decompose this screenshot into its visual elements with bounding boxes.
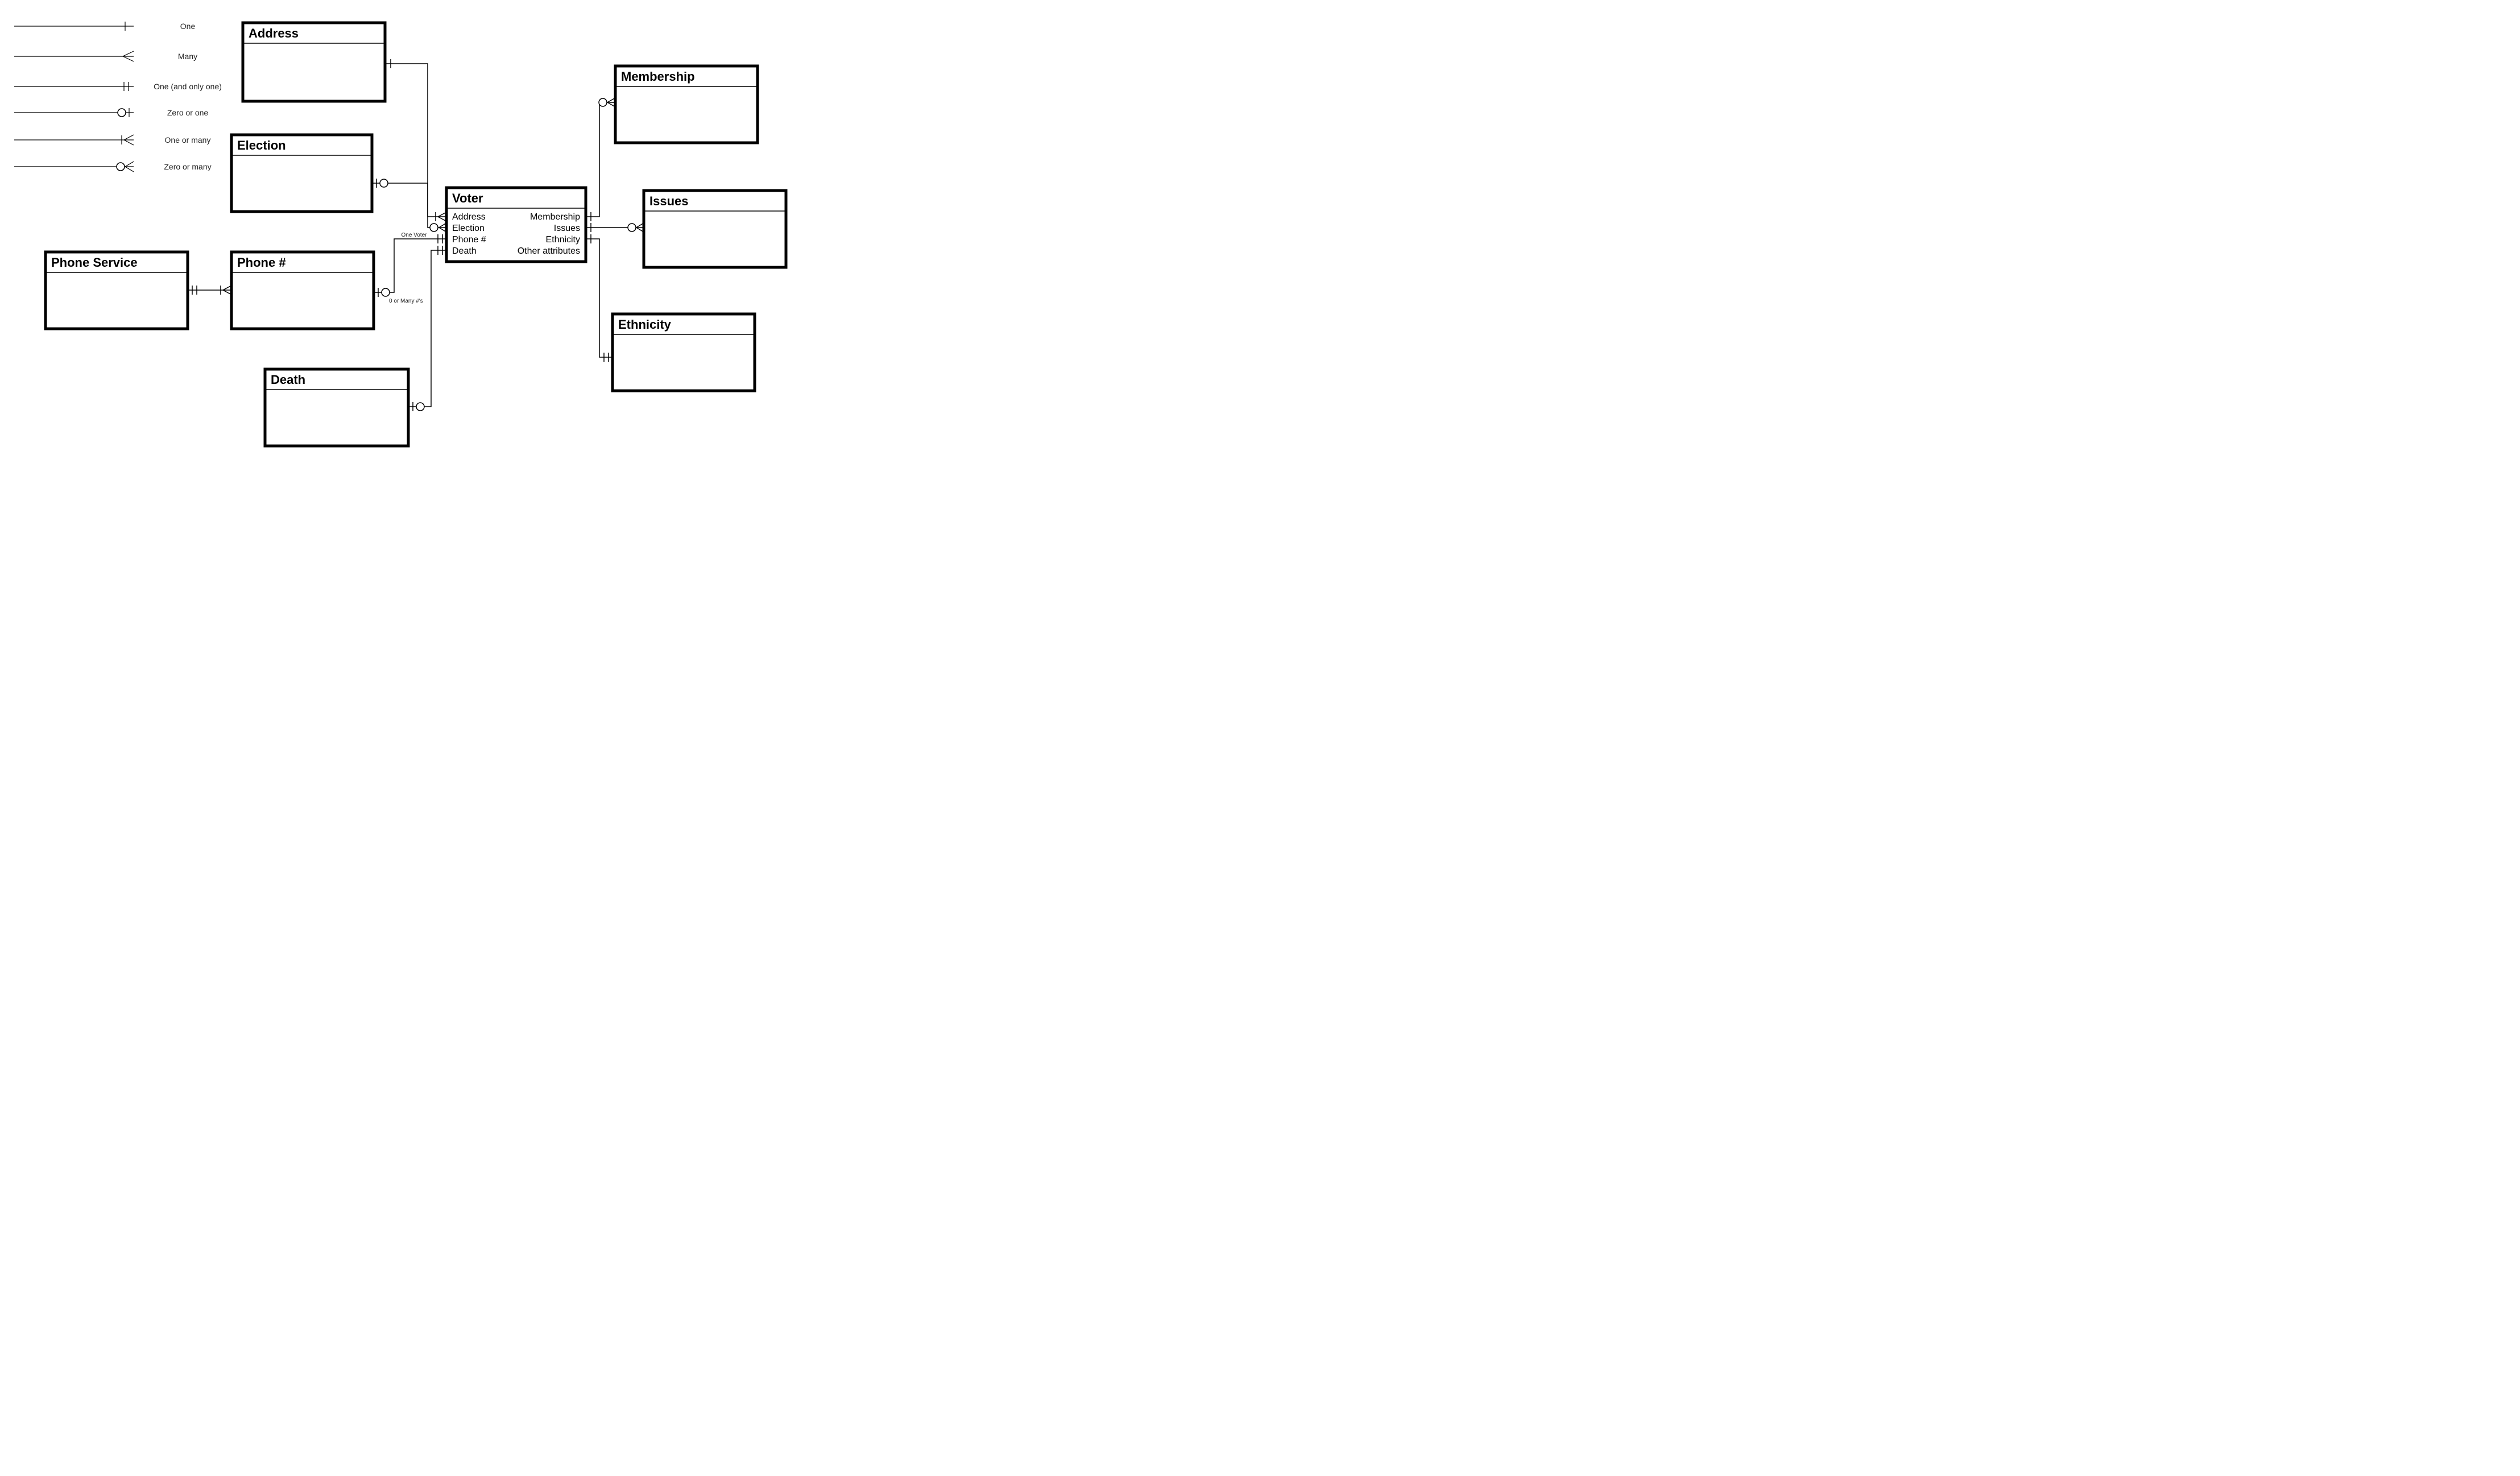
entity-death: Death bbox=[265, 369, 408, 446]
legend-one: One bbox=[14, 22, 195, 31]
entity-phone-number: Phone # bbox=[231, 252, 374, 329]
voter-attr-ethnicity: Ethnicity bbox=[546, 235, 580, 245]
legend-one-only-label: One (and only one) bbox=[154, 82, 222, 91]
entity-issues: Issues bbox=[644, 191, 786, 267]
conn-address-voter bbox=[385, 59, 446, 221]
entity-election: Election bbox=[231, 135, 372, 212]
legend-zero-one: Zero or one bbox=[14, 108, 208, 117]
voter-attr-death: Death bbox=[452, 246, 477, 256]
entity-ethnicity: Ethnicity bbox=[613, 314, 755, 391]
conn-election-voter bbox=[372, 179, 446, 232]
voter-attr-election: Election bbox=[452, 224, 485, 233]
legend-zero-many: Zero or many bbox=[14, 162, 212, 172]
entity-voter: Voter Address Election Phone # Death Mem… bbox=[446, 188, 586, 262]
conn-voter-issues bbox=[586, 223, 644, 232]
entity-phone-number-title: Phone # bbox=[237, 255, 286, 270]
entity-issues-title: Issues bbox=[649, 194, 689, 208]
legend-zero-many-label: Zero or many bbox=[164, 162, 211, 171]
entity-phone-service: Phone Service bbox=[45, 252, 188, 329]
conn-voter-ethnicity bbox=[586, 234, 613, 362]
legend: One Many One (and only one) Zero or one bbox=[14, 22, 222, 172]
voter-attr-issues: Issues bbox=[554, 224, 580, 233]
entity-address-title: Address bbox=[249, 26, 299, 40]
entity-membership-title: Membership bbox=[621, 69, 695, 84]
legend-one-only: One (and only one) bbox=[14, 82, 222, 91]
conn-label-one-voter: One Voter bbox=[401, 232, 427, 238]
legend-one-many: One or many bbox=[14, 135, 210, 145]
conn-death-voter bbox=[408, 246, 446, 411]
conn-label-many-phones: 0 or Many #'s bbox=[389, 298, 423, 304]
legend-many: Many bbox=[14, 51, 197, 61]
legend-zero-one-label: Zero or one bbox=[167, 108, 209, 117]
voter-attr-address: Address bbox=[452, 212, 486, 222]
conn-phone-voter: One Voter 0 or Many #'s bbox=[374, 232, 446, 304]
legend-one-many-label: One or many bbox=[165, 135, 211, 144]
er-diagram: One Many One (and only one) Zero or one bbox=[0, 0, 840, 492]
conn-phoneservice-phone bbox=[188, 286, 231, 295]
entity-address: Address bbox=[243, 23, 385, 101]
conn-voter-membership bbox=[586, 98, 615, 221]
voter-attr-phone: Phone # bbox=[452, 235, 486, 245]
entity-phone-service-title: Phone Service bbox=[51, 255, 138, 270]
voter-attr-other: Other attributes bbox=[518, 246, 580, 256]
entity-election-title: Election bbox=[237, 138, 286, 152]
entity-death-title: Death bbox=[271, 373, 305, 387]
voter-attr-membership: Membership bbox=[530, 212, 580, 222]
legend-one-label: One bbox=[180, 22, 196, 31]
entity-membership: Membership bbox=[615, 66, 758, 143]
entity-ethnicity-title: Ethnicity bbox=[618, 317, 672, 332]
entity-voter-title: Voter bbox=[452, 191, 483, 205]
legend-many-label: Many bbox=[178, 52, 197, 61]
